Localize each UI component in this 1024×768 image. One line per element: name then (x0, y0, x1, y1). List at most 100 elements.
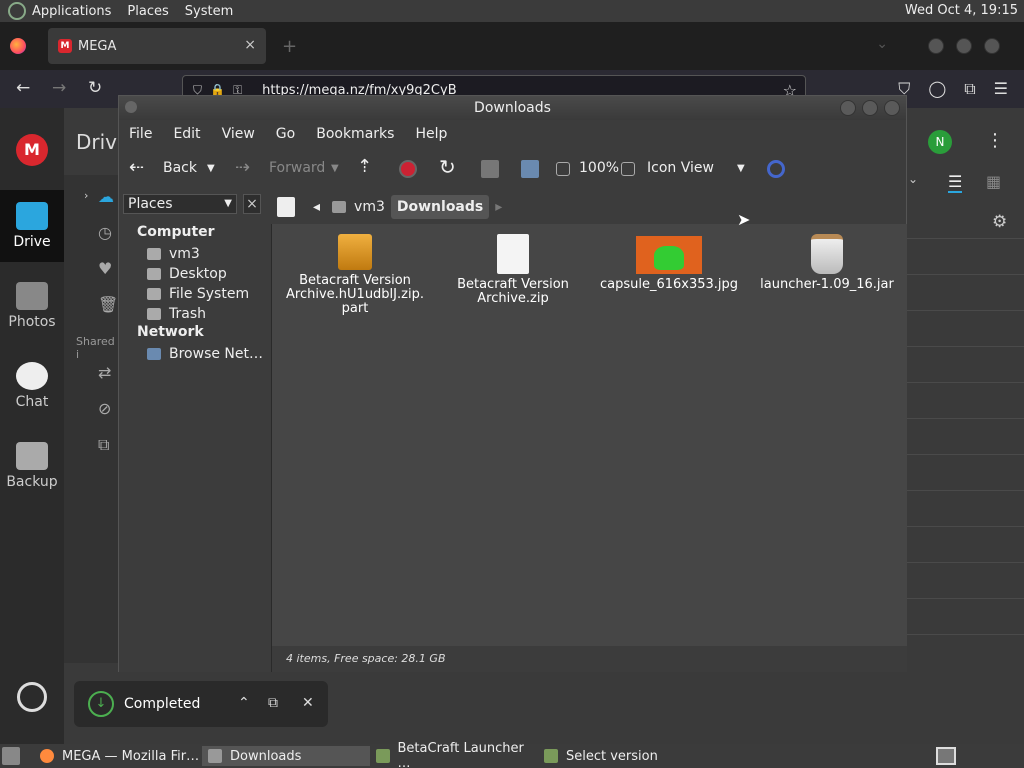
settings-gear-icon[interactable]: ⚙ (992, 212, 1007, 232)
photo-icon (16, 282, 48, 310)
more-menu-icon[interactable]: ⋮ (986, 130, 1004, 151)
task-downloads[interactable]: Downloads (202, 746, 370, 766)
system-menu[interactable]: System (185, 4, 233, 19)
sort-chevron-icon[interactable]: ⌄ (908, 172, 918, 186)
back-button[interactable]: Back (163, 160, 197, 176)
menu-view[interactable]: View (222, 126, 255, 142)
window-title-bar[interactable]: Downloads (119, 96, 906, 120)
reload-icon[interactable]: ↻ (439, 155, 456, 179)
mega-nav-drive[interactable]: Drive (0, 190, 64, 262)
computer-icon[interactable] (521, 160, 539, 178)
mega-drive-tree: › ☁ ◷ ♥ 🗑 Shared i ⇄ ⊘ ⧉ (64, 175, 120, 663)
sidebar-item-file-system[interactable]: File System (137, 284, 263, 304)
mega-logo-icon[interactable]: M (16, 134, 48, 166)
favourites-heart-icon[interactable]: ♥ (98, 259, 112, 278)
show-desktop-icon[interactable] (2, 747, 20, 765)
file-item[interactable]: Betacraft Version Archive.hU1udblJ.zip. … (280, 224, 430, 316)
file-item[interactable]: launcher-1.09_16.jar (752, 224, 902, 292)
forward-arrow-icon[interactable]: ⇢ (235, 157, 250, 178)
minimize-button[interactable] (840, 100, 856, 116)
sidebar-item-vm3[interactable]: vm3 (137, 244, 263, 264)
reload-icon[interactable]: ↻ (88, 78, 102, 98)
expand-chevron-icon[interactable]: › (84, 189, 88, 202)
task-select-version[interactable]: Select version (538, 746, 704, 766)
path-scroll-left-icon[interactable]: ◂ (307, 195, 326, 219)
zoom-out-icon[interactable] (556, 162, 570, 176)
stop-icon[interactable] (399, 160, 417, 178)
places-sidebar: Places ▼ × Computer vm3 Desktop File Sys… (119, 190, 271, 672)
maximize-button[interactable] (862, 100, 878, 116)
search-icon[interactable] (767, 160, 785, 178)
view-mode-chevron-icon[interactable]: ▼ (737, 163, 745, 174)
file-item[interactable]: capsule_616x353.jpg (594, 226, 744, 292)
hamburger-menu-icon[interactable]: ☰ (994, 79, 1008, 99)
chevron-up-icon[interactable]: ⌃ (238, 695, 250, 711)
applications-menu[interactable]: Applications (32, 4, 111, 19)
path-segment-downloads[interactable]: Downloads (390, 195, 490, 219)
task-betacraft[interactable]: BetaCraft Launcher … (370, 741, 536, 768)
zoom-in-icon[interactable] (621, 162, 635, 176)
sidebar-item-desktop[interactable]: Desktop (137, 264, 263, 284)
file-item[interactable]: Betacraft Version Archive.zip (438, 224, 588, 306)
sidebar-item-browse-network[interactable]: Browse Net… (137, 344, 263, 364)
close-icon[interactable]: ✕ (302, 695, 314, 711)
back-arrow-icon[interactable]: ⇠ (129, 157, 144, 178)
sidebar-item-label: Browse Net… (169, 346, 264, 362)
close-sidebar-button[interactable]: × (243, 194, 261, 214)
firefox-logo-icon[interactable] (10, 38, 26, 54)
forward-arrow-icon[interactable]: → (52, 78, 66, 98)
open-panel-icon[interactable]: ⧉ (268, 695, 278, 711)
back-arrow-icon[interactable]: ← (16, 78, 30, 98)
forward-history-dropdown-icon[interactable]: ▼ (331, 163, 339, 174)
minimize-button[interactable] (928, 38, 944, 54)
file-requests-icon[interactable]: ⧉ (98, 435, 109, 455)
grid-view-icon[interactable]: ▦ (986, 172, 1001, 191)
menu-bookmarks[interactable]: Bookmarks (316, 126, 394, 142)
location-edit-icon[interactable] (277, 197, 295, 217)
maximize-button[interactable] (956, 38, 972, 54)
links-icon[interactable]: ⊘ (98, 399, 111, 418)
list-view-icon[interactable]: ☰ (948, 172, 963, 193)
path-segment-vm3[interactable]: vm3 (326, 195, 391, 219)
mega-nav-photos[interactable]: Photos (0, 270, 64, 342)
new-tab-button[interactable]: + (282, 36, 297, 57)
back-history-dropdown-icon[interactable]: ▼ (207, 163, 215, 174)
tab-mega[interactable]: M MEGA × (48, 28, 266, 64)
rubbish-bin-icon[interactable]: 🗑 (98, 295, 118, 314)
mega-transfers-button[interactable] (0, 682, 64, 722)
recents-clock-icon[interactable]: ◷ (98, 223, 112, 242)
sidebar-item-trash[interactable]: Trash (137, 304, 263, 324)
file-name: Betacraft Version (457, 277, 569, 292)
folder-icon (208, 749, 222, 763)
account-icon[interactable]: ◯ (928, 79, 946, 99)
shared-items-icon[interactable]: ⇄ (98, 363, 111, 382)
document-icon (497, 234, 529, 274)
close-window-button[interactable] (984, 38, 1000, 54)
cloud-drive-icon[interactable]: ☁ (98, 187, 114, 206)
extensions-icon[interactable]: ⧉ (964, 79, 975, 99)
path-scroll-right-icon[interactable]: ▸ (489, 195, 508, 219)
menu-help[interactable]: Help (415, 126, 447, 142)
tab-list-chevron-icon[interactable]: ⌄ (876, 36, 888, 52)
up-arrow-icon[interactable]: ⇡ (357, 156, 372, 177)
menu-go[interactable]: Go (276, 126, 295, 142)
home-folder-icon[interactable] (481, 160, 499, 178)
chevron-down-icon: ▼ (224, 198, 232, 209)
menu-file[interactable]: File (129, 126, 152, 142)
sidebar-mode-label: Places (128, 196, 173, 212)
tab-close-icon[interactable]: × (244, 37, 256, 53)
close-window-button[interactable] (884, 100, 900, 116)
clock[interactable]: Wed Oct 4, 19:15 (905, 3, 1018, 18)
distro-logo-icon[interactable] (8, 2, 26, 20)
view-mode-select[interactable]: Icon View (647, 160, 714, 176)
forward-button[interactable]: Forward (269, 160, 325, 176)
sidebar-mode-select[interactable]: Places ▼ (123, 194, 237, 214)
mega-nav-backup[interactable]: Backup (0, 430, 64, 502)
places-menu[interactable]: Places (127, 4, 168, 19)
workspace-switcher[interactable] (936, 747, 956, 765)
menu-edit[interactable]: Edit (173, 126, 200, 142)
task-firefox[interactable]: MEGA — Mozilla Fir… (34, 746, 200, 766)
window-menu-button[interactable] (125, 101, 137, 113)
avatar[interactable]: N (928, 130, 952, 154)
mega-nav-chat[interactable]: Chat (0, 350, 64, 422)
